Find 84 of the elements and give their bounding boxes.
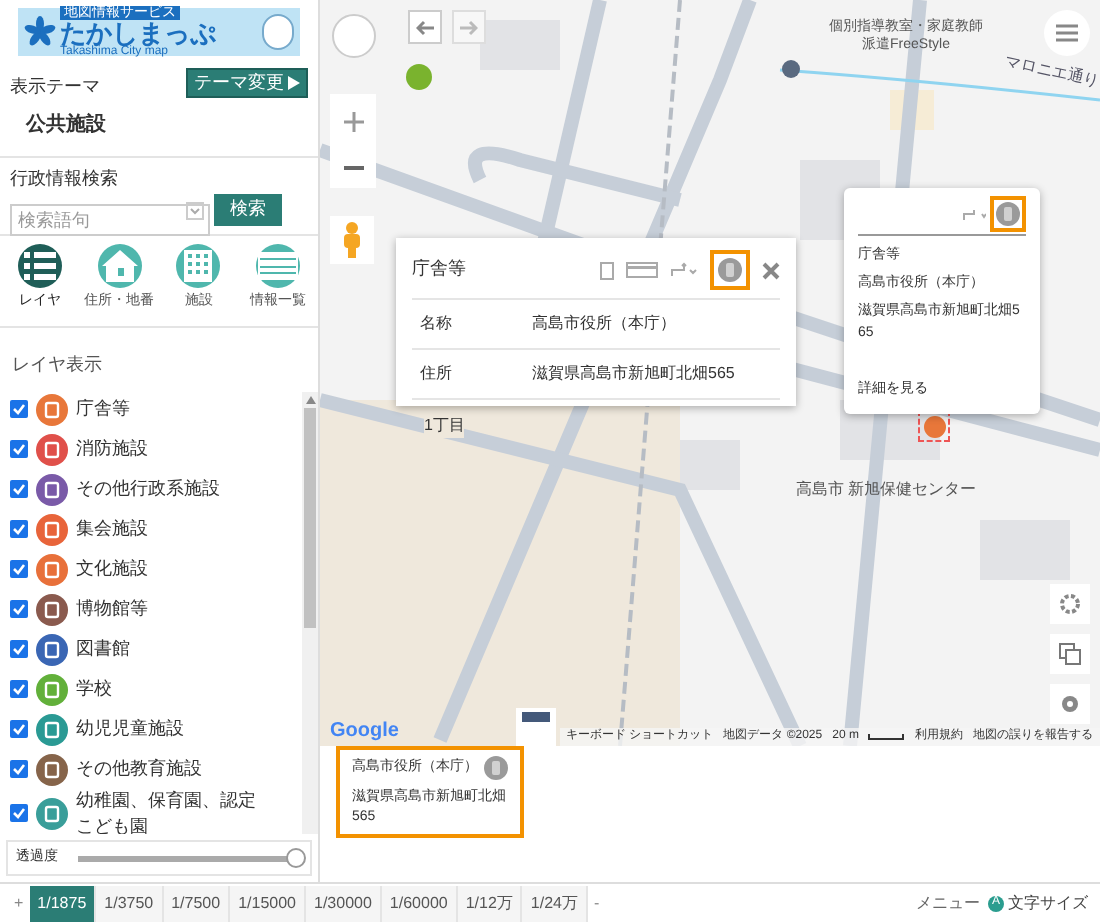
layer-checkbox[interactable] — [10, 640, 28, 658]
layer-checkbox[interactable] — [10, 560, 28, 578]
theme-change-button[interactable]: テーマ変更 — [186, 68, 308, 98]
layer-label: その他行政系施設 — [76, 476, 222, 502]
layer-label: その他教育施設 — [76, 756, 204, 782]
layer-label: 庁舎等 — [76, 396, 132, 422]
layers-icon — [1058, 642, 1082, 666]
nav-icon — [17, 244, 62, 288]
theme-label: 表示テーマ — [10, 74, 102, 100]
layer-label: 集会施設 — [76, 516, 150, 542]
card-icon[interactable] — [626, 262, 658, 278]
layer-checkbox[interactable] — [10, 600, 28, 618]
layer-label: 博物館等 — [76, 596, 150, 622]
target-icon — [1058, 592, 1082, 616]
map-label: 1丁目 — [424, 414, 465, 438]
scale-tab[interactable]: 1/60000 — [381, 885, 458, 921]
layer-checkbox[interactable] — [10, 720, 28, 738]
layer-label: 文化施設 — [76, 556, 150, 582]
nav-icon — [97, 244, 142, 288]
field-label: 住所 — [418, 362, 454, 386]
scale-bar — [868, 734, 905, 740]
route-icon[interactable] — [670, 262, 698, 278]
scale-tab[interactable]: 1/24万 — [522, 885, 588, 921]
scale-tab[interactable]: 1/7500 — [163, 885, 231, 921]
layers-button[interactable] — [1050, 634, 1090, 674]
zoom-in-icon[interactable] — [343, 111, 363, 132]
info-icon[interactable] — [996, 202, 1020, 226]
zoom-out-icon[interactable] — [343, 166, 363, 171]
info-icon[interactable] — [484, 756, 508, 780]
logo-title: たかしまっぷ — [60, 20, 216, 46]
layer-checkbox[interactable] — [10, 440, 28, 458]
layers-title: レイヤ表示 — [12, 353, 102, 373]
settings-button[interactable] — [1050, 584, 1090, 624]
menu-link[interactable]: メニュー — [916, 891, 980, 915]
route-icon[interactable] — [962, 207, 986, 221]
layer-checkbox[interactable] — [10, 680, 28, 698]
scale-tab[interactable]: 1/30000 — [306, 885, 382, 921]
right-arrow-icon — [460, 19, 478, 35]
back-button[interactable] — [408, 10, 442, 44]
forward-button[interactable] — [452, 10, 486, 44]
flower-icon — [24, 16, 56, 48]
info-icon[interactable] — [718, 258, 742, 282]
layer-label: 幼児児童施設 — [76, 716, 186, 742]
layer-checkbox[interactable] — [10, 520, 28, 538]
gear-button[interactable] — [1050, 684, 1090, 724]
nav-icon — [176, 244, 221, 288]
layer-label: 学校 — [76, 676, 114, 702]
layer-checkbox[interactable] — [10, 760, 28, 778]
search-button[interactable]: 検索 — [214, 194, 282, 226]
close-icon[interactable] — [762, 261, 780, 279]
mascot-icon — [262, 14, 294, 50]
layer-label: 消防施設 — [76, 436, 150, 462]
theme-value: 公共施設 — [26, 111, 106, 139]
field-value: 高島市役所（本庁） — [532, 312, 676, 336]
layer-checkbox[interactable] — [10, 804, 28, 823]
nav-icon — [256, 244, 301, 288]
scale-tab[interactable]: 1/1875 — [29, 885, 97, 921]
search-field[interactable]: 検索語句 — [10, 204, 210, 236]
scale-plus-button[interactable]: + — [8, 891, 30, 915]
font-size-link[interactable]: 文字サイズ — [1008, 891, 1088, 915]
field-label: 名称 — [418, 312, 454, 336]
scale-tab[interactable]: 1/15000 — [230, 885, 306, 921]
scale-tab[interactable]: 1/12万 — [457, 885, 523, 921]
scale-minus-button[interactable]: - — [588, 891, 606, 915]
layer-label: 幼稚園、保育園、認定こども園 — [76, 787, 258, 834]
pegman-icon[interactable] — [330, 216, 374, 264]
street-view-thumbnail[interactable] — [516, 708, 556, 746]
menu-icon — [1056, 24, 1078, 42]
document-icon[interactable] — [600, 261, 614, 279]
map-label: 高島市 新旭保健センター — [796, 478, 977, 502]
field-value: 滋賀県高島市新旭町北畑565 — [532, 362, 735, 386]
scroll-up-icon[interactable] — [305, 395, 315, 403]
scale-tab[interactable]: 1/3750 — [96, 885, 164, 921]
google-logo: Google — [330, 718, 399, 746]
left-arrow-icon — [416, 19, 434, 35]
layer-label: 図書館 — [76, 636, 132, 662]
dropdown-icon[interactable] — [186, 201, 204, 219]
popup-title: 庁舎等 — [412, 256, 466, 283]
play-icon — [288, 76, 300, 90]
layer-checkbox[interactable] — [10, 400, 28, 418]
street-label: マロニエ通り — [1002, 50, 1100, 94]
layer-checkbox[interactable] — [10, 480, 28, 498]
search-label: 行政情報検索 — [10, 165, 120, 191]
settings-icon — [1058, 692, 1082, 716]
